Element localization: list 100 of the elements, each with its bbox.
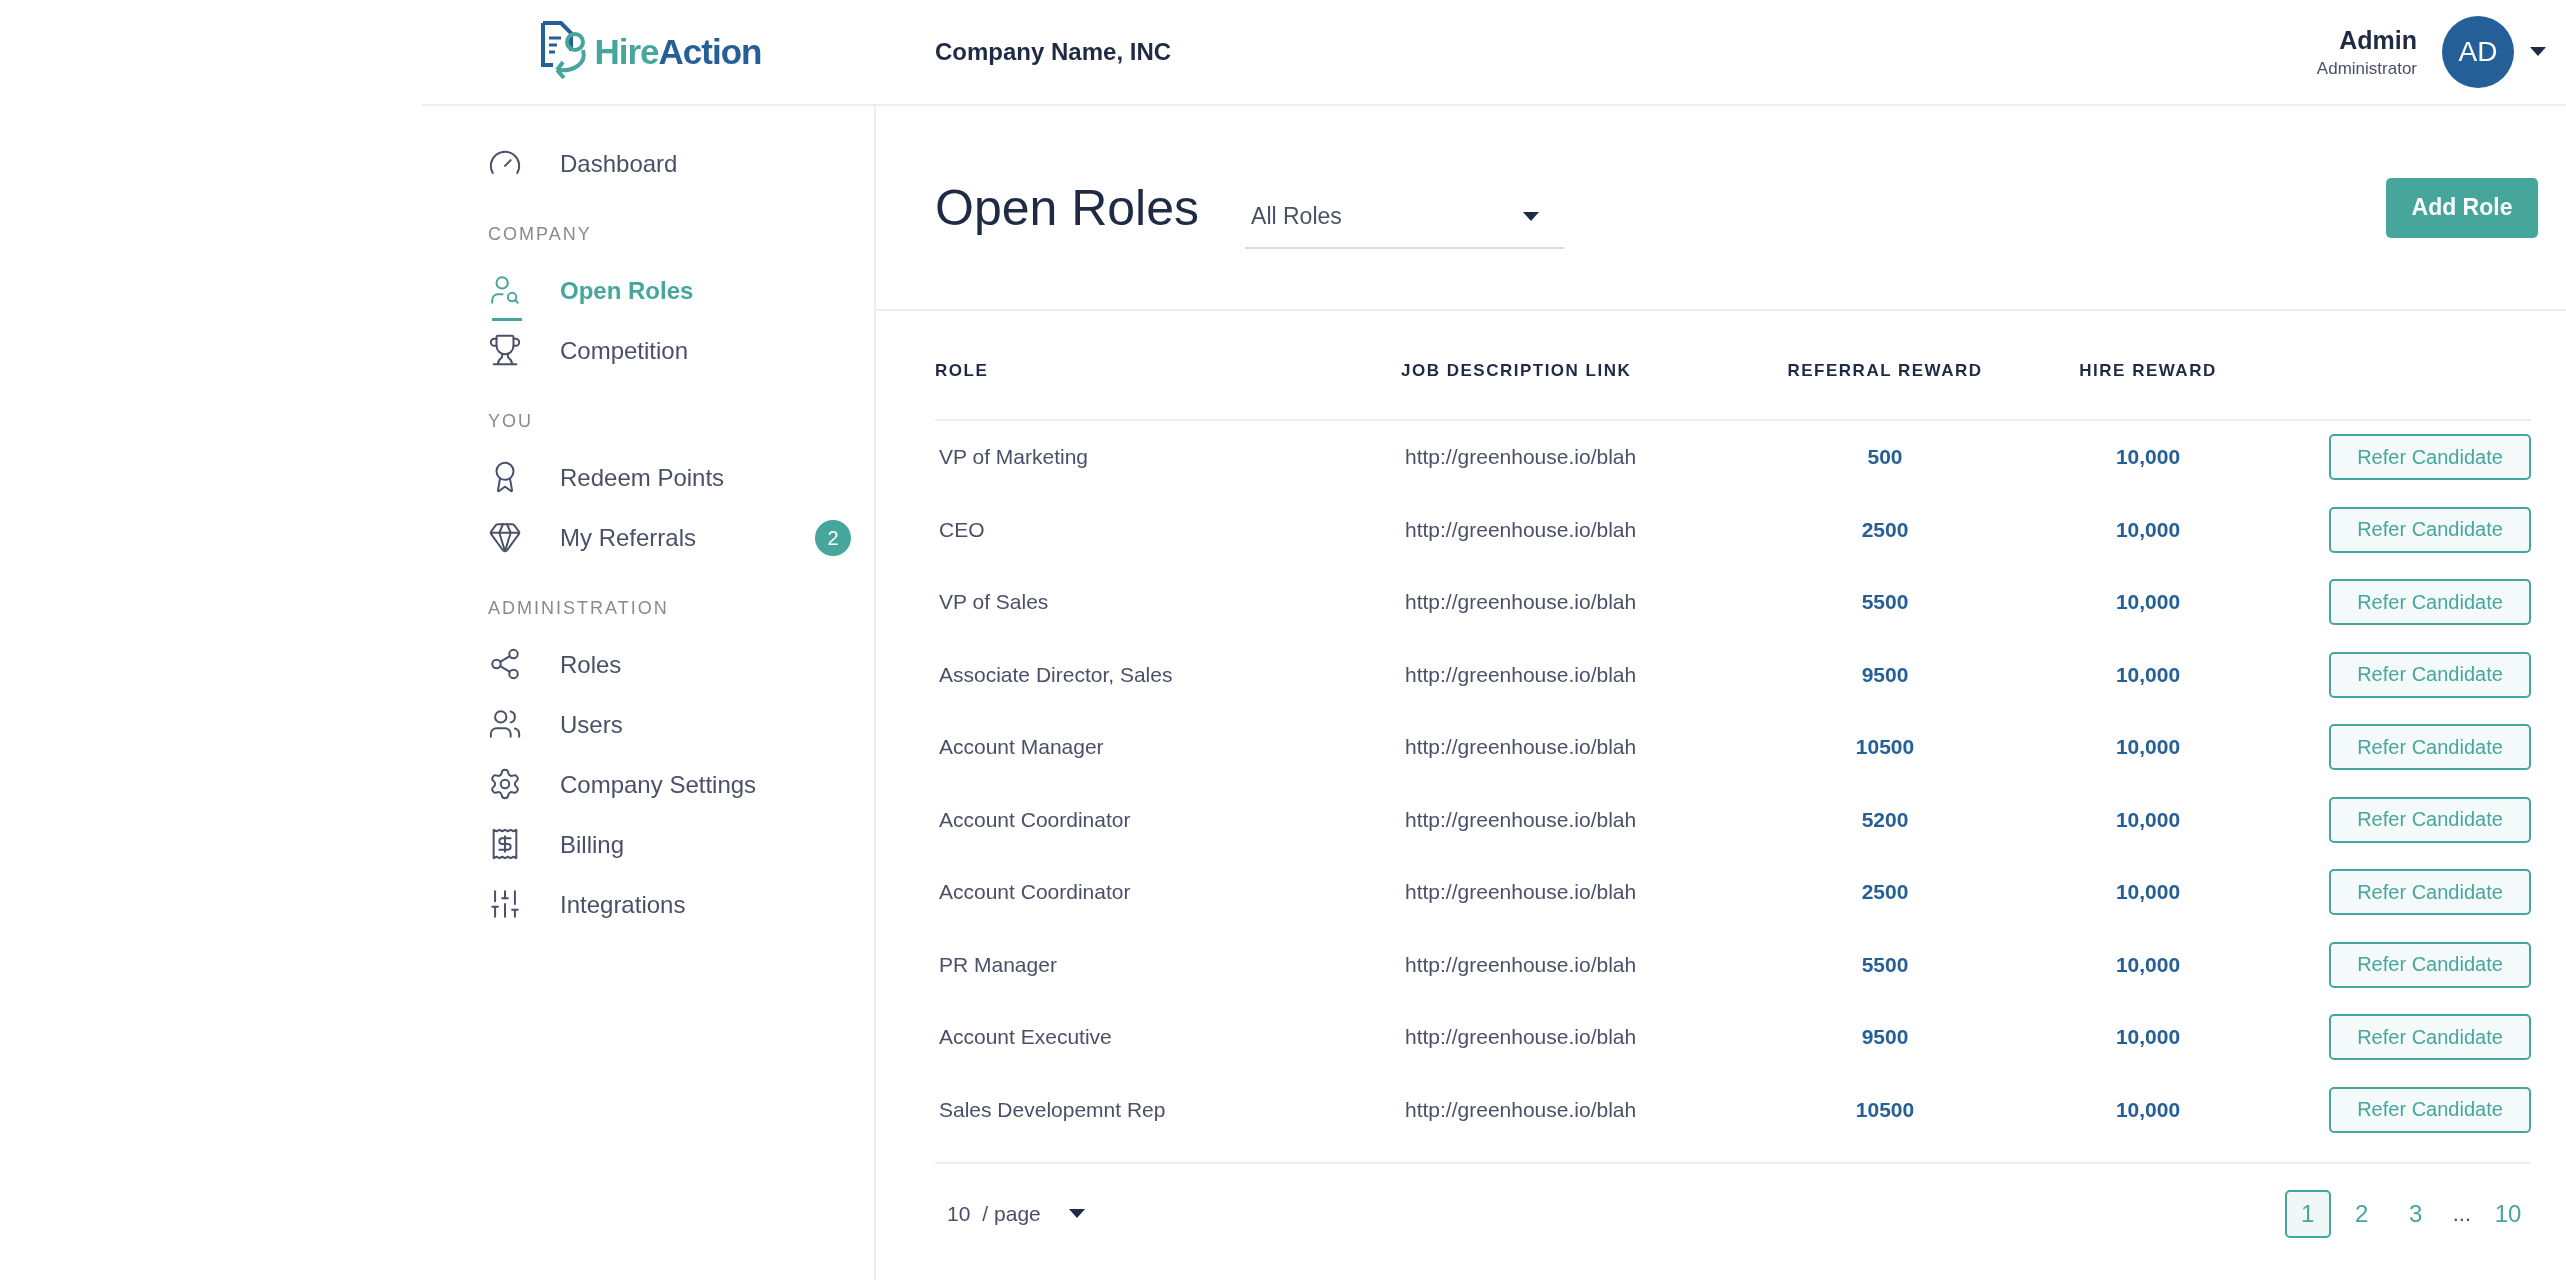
sidebar-item[interactable]: Integrations — [466, 875, 851, 935]
refer-candidate-button[interactable]: Refer Candidate — [2329, 651, 2531, 698]
nodes-icon — [488, 647, 522, 681]
diamond-icon — [488, 520, 522, 554]
link-cell-text: http://greenhouse.io/blah — [1404, 1097, 1638, 1122]
page-link[interactable]: 3 — [2392, 1190, 2439, 1238]
caret-icon — [1068, 1209, 1085, 1219]
link-cell-text: http://greenhouse.io/blah — [1404, 517, 1638, 542]
hire-reward-cell-text: 10,000 — [2114, 735, 2182, 760]
refer-candidate-button[interactable]: Refer Candidate — [2329, 434, 2531, 481]
section-heading: COMPANY — [488, 224, 593, 245]
referral-reward-cell-text: 10500 — [1854, 1097, 1916, 1122]
refer-candidate-button[interactable]: Refer Candidate — [2329, 941, 2531, 988]
link-cell-text: http://greenhouse.io/blah — [1404, 1025, 1638, 1050]
refer-candidate-button[interactable]: Refer Candidate — [2329, 724, 2531, 771]
sidebar-label: Roles — [560, 651, 622, 679]
sidebar-label: Billing — [560, 831, 625, 859]
section-heading: YOU — [488, 411, 534, 432]
sidebar-label: Competition — [560, 337, 689, 365]
sidebar-item[interactable]: My Referrals 2 — [466, 508, 851, 568]
referral-reward-cell-text: 9500 — [1860, 662, 1910, 687]
sidebar-item[interactable]: Billing — [466, 815, 851, 875]
hire-reward-cell-text: 10,000 — [2114, 662, 2182, 687]
count-badge: 2 — [815, 520, 851, 556]
referral-reward-cell-text: 5200 — [1860, 807, 1910, 832]
hire-reward-cell-text: 10,000 — [2114, 590, 2182, 615]
user-role: Administrator — [2316, 58, 2417, 79]
referral-reward-cell-text: 2500 — [1860, 517, 1910, 542]
column-header: ROLE — [935, 359, 990, 382]
role-filter-dropdown[interactable]: All Roles — [1245, 186, 1566, 249]
page-title: Open Roles — [935, 178, 1200, 237]
hire-reward-cell-text: 10,000 — [2114, 517, 2182, 542]
page-link[interactable]: 10 — [2485, 1190, 2531, 1238]
refer-candidate-button[interactable]: Refer Candidate — [2329, 579, 2531, 626]
page-link[interactable]: 1 — [2284, 1190, 2331, 1238]
role-cell-text: VP of Marketing — [938, 445, 1090, 470]
hire-reward-cell-text: 10,000 — [2114, 952, 2182, 977]
link-cell-text: http://greenhouse.io/blah — [1404, 662, 1638, 687]
role-cell-text: Account Executive — [938, 1025, 1113, 1050]
sidebar-item[interactable]: Redeem Points — [466, 448, 851, 508]
hire-reward-cell-text: 10,000 — [2114, 1097, 2182, 1122]
sidebar-item[interactable]: Open Roles — [466, 261, 851, 321]
sidebar-item[interactable]: Company Settings — [466, 755, 851, 815]
sidebar-item[interactable]: Dashboard — [466, 134, 851, 194]
referral-reward-cell-text: 2500 — [1860, 880, 1910, 905]
hire-reward-cell-text: 10,000 — [2114, 880, 2182, 905]
page-link[interactable]: 2 — [2338, 1190, 2385, 1238]
page-ellipsis: ... — [2451, 1201, 2472, 1227]
sidebar-label: Redeem Points — [560, 464, 725, 492]
refer-candidate-button[interactable]: Refer Candidate — [2329, 1014, 2531, 1061]
refer-candidate-button[interactable]: Refer Candidate — [2329, 869, 2531, 916]
sidebar-item[interactable]: Competition — [466, 321, 851, 381]
section-heading: ADMINISTRATION — [488, 598, 670, 619]
sidebar-label: Integrations — [560, 891, 686, 919]
add-role-button[interactable]: Add Role — [2386, 177, 2538, 238]
link-cell-text: http://greenhouse.io/blah — [1404, 445, 1638, 470]
company-name: Company Name, INC — [935, 38, 1173, 66]
link-cell-text: http://greenhouse.io/blah — [1404, 880, 1638, 905]
role-cell-text: Associate Director, Sales — [938, 662, 1174, 687]
users-icon — [488, 707, 522, 741]
person-search-icon — [488, 273, 522, 307]
sidebar-label: Dashboard — [560, 150, 678, 178]
role-cell-text: VP of Sales — [938, 590, 1050, 615]
user-avatar[interactable]: AD — [2442, 16, 2514, 88]
role-cell-text: Account Manager — [938, 735, 1105, 760]
role-cell-text: Account Coordinator — [938, 880, 1132, 905]
refer-candidate-button[interactable]: Refer Candidate — [2329, 796, 2531, 843]
sliders-icon — [488, 887, 522, 921]
sidebar-label: Open Roles — [560, 277, 694, 305]
link-cell-text: http://greenhouse.io/blah — [1404, 590, 1638, 615]
settings-icon — [488, 767, 522, 801]
referral-reward-cell-text: 9500 — [1860, 1025, 1910, 1050]
user-name: Admin — [2339, 25, 2417, 55]
referral-reward-cell-text: 5500 — [1860, 952, 1910, 977]
link-cell-text: http://greenhouse.io/blah — [1404, 735, 1638, 760]
hire-reward-cell-text: 10,000 — [2114, 807, 2182, 832]
role-cell-text: Account Coordinator — [938, 807, 1132, 832]
role-cell-text: Sales Developemnt Rep — [938, 1097, 1167, 1122]
sidebar-label: My Referrals — [560, 524, 697, 552]
active-indicator — [492, 318, 522, 321]
hire-reward-cell-text: 10,000 — [2114, 1025, 2182, 1050]
column-header: HIRE REWARD — [2078, 359, 2218, 382]
link-cell-text: http://greenhouse.io/blah — [1404, 952, 1638, 977]
referral-reward-cell-text: 5500 — [1860, 590, 1910, 615]
refer-candidate-button[interactable]: Refer Candidate — [2329, 1086, 2531, 1133]
refer-candidate-button[interactable]: Refer Candidate — [2329, 506, 2531, 553]
trophy-icon — [488, 333, 522, 367]
sidebar-item[interactable]: Users — [466, 695, 851, 755]
link-cell-text: http://greenhouse.io/blah — [1404, 807, 1638, 832]
caret-icon — [1523, 211, 1540, 222]
hire-reward-cell-text: 10,000 — [2114, 445, 2182, 470]
role-cell-text: PR Manager — [938, 952, 1058, 977]
sidebar-label: Users — [560, 711, 623, 739]
sidebar-label: Company Settings — [560, 771, 757, 799]
column-header: REFERRAL REWARD — [1786, 359, 1984, 382]
logo-wordmark: HireAction — [594, 32, 762, 72]
sidebar-item[interactable]: Roles — [466, 635, 851, 695]
page-size-select[interactable]: 10 / page — [935, 1202, 1105, 1226]
referral-reward-cell-text: 10500 — [1854, 735, 1916, 760]
caret-icon — [2530, 47, 2546, 57]
